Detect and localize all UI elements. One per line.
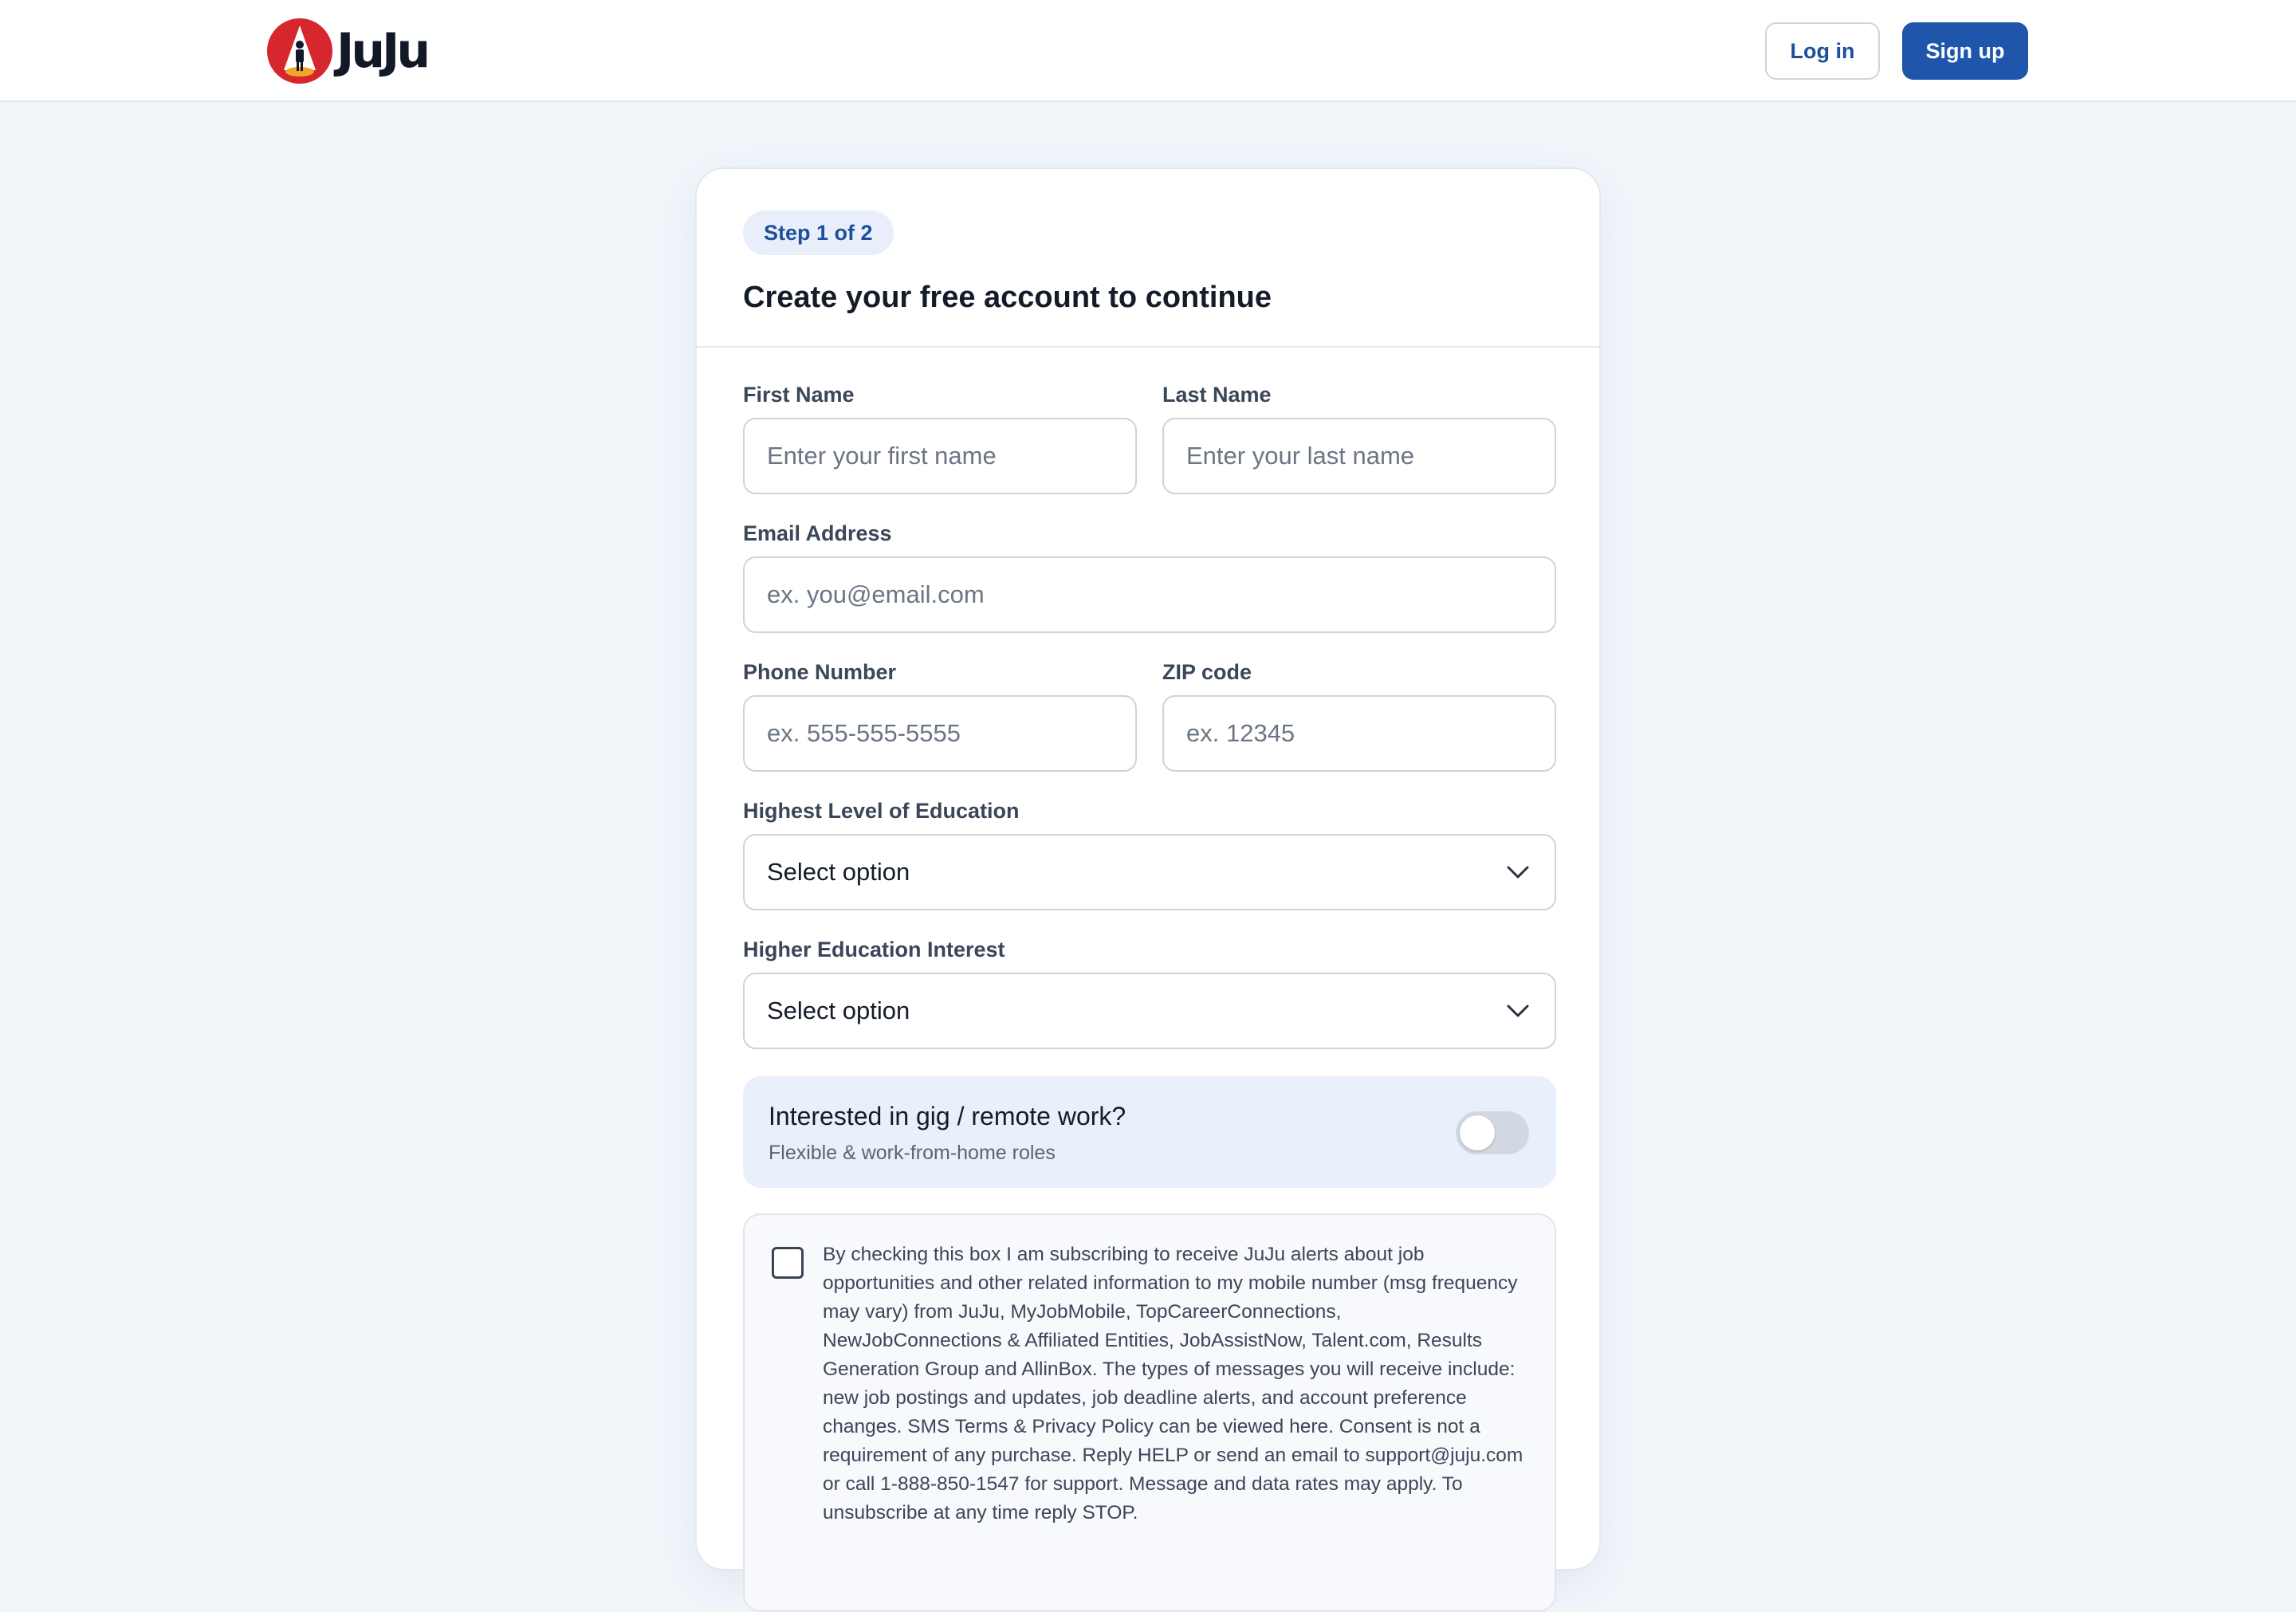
juju-logo-icon bbox=[267, 18, 332, 84]
top-header: JuJu Log in Sign up bbox=[0, 0, 2296, 102]
gig-title: Interested in gig / remote work? bbox=[769, 1102, 1126, 1130]
signup-button[interactable]: Sign up bbox=[1902, 22, 2028, 80]
email-input[interactable] bbox=[743, 556, 1556, 633]
chevron-down-icon bbox=[1507, 1005, 1529, 1017]
education-select-value: Select option bbox=[767, 858, 910, 886]
sms-consent-text: By checking this box I am subscribing to… bbox=[823, 1244, 1523, 1524]
email-label: Email Address bbox=[743, 521, 892, 545]
login-button[interactable]: Log in bbox=[1765, 22, 1880, 80]
sms-consent-checkbox[interactable] bbox=[772, 1247, 804, 1279]
zip-input[interactable] bbox=[1162, 695, 1556, 772]
card-header: Step 1 of 2 Create your free account to … bbox=[697, 169, 1599, 348]
juju-logo[interactable]: JuJu bbox=[266, 18, 431, 85]
gig-subtitle: Flexible & work-from-home roles bbox=[769, 1142, 1056, 1164]
education-select[interactable]: Select option bbox=[743, 834, 1556, 910]
first-name-label: First Name bbox=[743, 383, 855, 407]
phone-label: Phone Number bbox=[743, 660, 897, 684]
signup-card: Step 1 of 2 Create your free account to … bbox=[695, 167, 1601, 1612]
phone-input[interactable] bbox=[743, 695, 1137, 772]
zip-label: ZIP code bbox=[1162, 660, 1252, 684]
higher-ed-select-value: Select option bbox=[767, 997, 910, 1024]
education-label: Highest Level of Education bbox=[743, 799, 1020, 823]
higher-ed-label: Higher Education Interest bbox=[743, 938, 1005, 961]
step-badge: Step 1 of 2 bbox=[743, 210, 894, 255]
last-name-label: Last Name bbox=[1162, 383, 1272, 407]
higher-ed-select[interactable]: Select option bbox=[743, 973, 1556, 1049]
toggle-knob bbox=[1460, 1115, 1495, 1150]
chevron-down-icon bbox=[1507, 866, 1529, 879]
sms-consent-panel: By checking this box I am subscribing to… bbox=[743, 1213, 1556, 1612]
first-name-input[interactable] bbox=[743, 418, 1137, 494]
last-name-input[interactable] bbox=[1162, 418, 1556, 494]
gig-remote-panel: Interested in gig / remote work? Flexibl… bbox=[743, 1076, 1556, 1188]
logo-text: JuJu bbox=[336, 23, 431, 79]
gig-toggle[interactable] bbox=[1456, 1111, 1529, 1154]
form-title: Create your free account to continue bbox=[743, 281, 1272, 314]
